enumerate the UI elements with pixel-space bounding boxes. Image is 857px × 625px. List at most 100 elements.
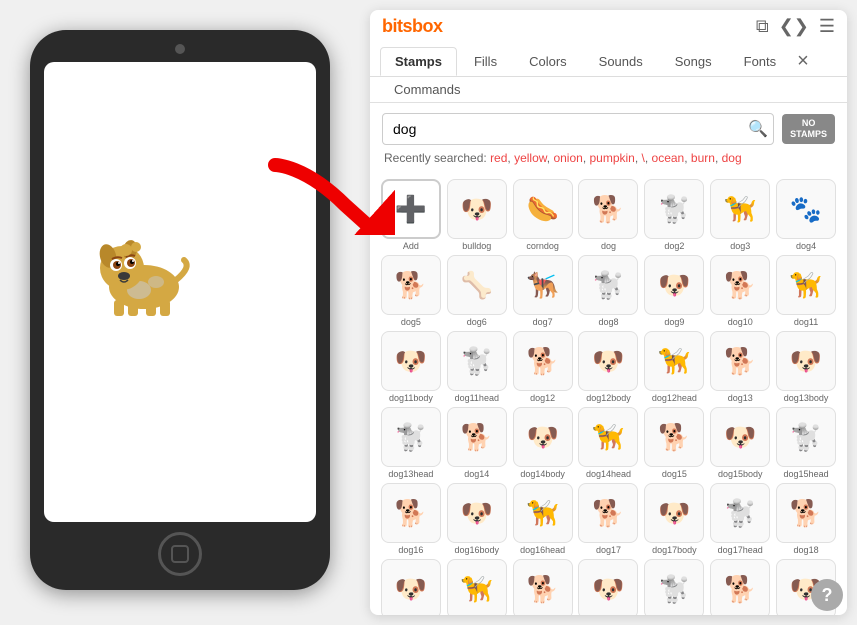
stamp-dog19[interactable]: 🐕 dog19: [512, 559, 574, 615]
close-button[interactable]: ×: [793, 50, 813, 73]
tab-fills[interactable]: Fills: [459, 47, 512, 76]
stamp-dog13body[interactable]: 🐶 dog13body: [775, 331, 837, 403]
stamp-dog17[interactable]: 🐕 dog17: [578, 483, 640, 555]
copy-icon[interactable]: ⧉: [756, 16, 769, 37]
stamp-dog17-label: dog17: [596, 545, 621, 555]
stamp-dog18body-box: 🐶: [381, 559, 441, 615]
stamp-dog9[interactable]: 🐶 dog9: [643, 255, 705, 327]
stamp-dog19head[interactable]: 🐩 dog19head: [643, 559, 705, 615]
stamp-corndog-label: corndog: [526, 241, 559, 251]
stamp-dog7-label: dog7: [533, 317, 553, 327]
stamp-dog12body[interactable]: 🐶 dog12body: [578, 331, 640, 403]
stamp-dog14body[interactable]: 🐶 dog14body: [512, 407, 574, 479]
stamp-corndog[interactable]: 🌭 corndog: [512, 179, 574, 251]
search-history-backslash[interactable]: \: [642, 151, 645, 165]
stamp-dog17head[interactable]: 🐩 dog17head: [709, 483, 771, 555]
tab-colors[interactable]: Colors: [514, 47, 582, 76]
stamp-dog19body-box: 🐶: [578, 559, 638, 615]
stamp-dog4-box: 🐾: [776, 179, 836, 239]
stamp-dog5[interactable]: 🐕 dog5: [380, 255, 442, 327]
share-icon[interactable]: ❮❯: [779, 16, 809, 37]
search-area: 🔍 NO STAMPS Recently searched: red, yell…: [370, 103, 847, 171]
stamp-dog2[interactable]: 🐩 dog2: [643, 179, 705, 251]
stamp-dog17body-box: 🐶: [644, 483, 704, 543]
device-home-button[interactable]: [158, 532, 202, 576]
stamp-dog11head-box: 🐩: [447, 331, 507, 391]
stamp-bulldog[interactable]: 🐶 bulldog: [446, 179, 508, 251]
stamp-dog13-label: dog13: [728, 393, 753, 403]
stamp-dog16head[interactable]: 🦮 dog16head: [512, 483, 574, 555]
stamp-dog9-label: dog9: [664, 317, 684, 327]
menu-icon[interactable]: ☰: [819, 16, 835, 37]
stamp-dog12head[interactable]: 🦮 dog12head: [643, 331, 705, 403]
stamp-dog18body[interactable]: 🐶 dog18body: [380, 559, 442, 615]
stamp-dog16-label: dog16: [398, 545, 423, 555]
stamp-dog14[interactable]: 🐕 dog14: [446, 407, 508, 479]
stamp-dog13head[interactable]: 🐩 dog13head: [380, 407, 442, 479]
stamps-grid: ➕ Add 🐶 bulldog 🌭 corndog 🐕 dog 🐩 dog2 🦮…: [370, 171, 847, 615]
stamp-dog11body-label: dog11body: [389, 393, 433, 403]
search-history-pumpkin[interactable]: pumpkin: [589, 151, 634, 165]
tab-commands[interactable]: Commands: [380, 77, 474, 102]
tab-stamps[interactable]: Stamps: [380, 47, 457, 76]
search-history-onion[interactable]: onion: [553, 151, 582, 165]
stamp-dog13head-box: 🐩: [381, 407, 441, 467]
search-history-red[interactable]: red: [490, 151, 507, 165]
tab-fonts[interactable]: Fonts: [729, 47, 792, 76]
stamp-dog6[interactable]: 🦴 dog6: [446, 255, 508, 327]
search-button[interactable]: 🔍: [748, 119, 768, 139]
search-input[interactable]: [382, 113, 774, 145]
tab-sounds[interactable]: Sounds: [584, 47, 658, 76]
stamp-dog11-box: 🦮: [776, 255, 836, 315]
stamp-dog5-box: 🐕: [381, 255, 441, 315]
stamp-dog15[interactable]: 🐕 dog15: [643, 407, 705, 479]
stamp-dog2-label: dog2: [664, 241, 684, 251]
stamp-dog14head[interactable]: 🦮 dog14head: [578, 407, 640, 479]
stamp-dog7[interactable]: 🐕‍🦺 dog7: [512, 255, 574, 327]
bitsbox-bar: bitsbox ⧉ ❮❯ ☰: [370, 10, 847, 43]
stamp-dog18-box: 🐕: [776, 483, 836, 543]
stamp-dog-box: 🐕: [578, 179, 638, 239]
stamp-dog17body[interactable]: 🐶 dog17body: [643, 483, 705, 555]
search-input-wrap: 🔍: [382, 113, 774, 145]
stamp-dog12-box: 🐕: [513, 331, 573, 391]
stamps-text: STAMPS: [790, 129, 827, 140]
device: [30, 30, 330, 590]
stamp-dog17-box: 🐕: [578, 483, 638, 543]
stamp-dog19body[interactable]: 🐶 dog19body: [578, 559, 640, 615]
device-body: [30, 30, 330, 590]
stamp-dog18[interactable]: 🐕 dog18: [775, 483, 837, 555]
stamp-dog11body[interactable]: 🐶 dog11body: [380, 331, 442, 403]
search-history-ocean[interactable]: ocean: [652, 151, 685, 165]
stamp-dog11[interactable]: 🦮 dog11: [775, 255, 837, 327]
stamp-dog18head[interactable]: 🦮 dog18head: [446, 559, 508, 615]
nav-tabs-row2: Commands: [370, 76, 847, 102]
device-camera: [175, 44, 185, 54]
search-history-burn[interactable]: burn: [691, 151, 715, 165]
stamp-dog12[interactable]: 🐕 dog12: [512, 331, 574, 403]
search-history-yellow[interactable]: yellow: [514, 151, 547, 165]
stamp-dog13[interactable]: 🐕 dog13: [709, 331, 771, 403]
stamp-dog8-label: dog8: [598, 317, 618, 327]
stamp-dog10[interactable]: 🐕 dog10: [709, 255, 771, 327]
stamp-dog4[interactable]: 🐾 dog4: [775, 179, 837, 251]
stamp-dog16body[interactable]: 🐶 dog16body: [446, 483, 508, 555]
stamp-dog3[interactable]: 🦮 dog3: [709, 179, 771, 251]
stamp-dog16[interactable]: 🐕 dog16: [380, 483, 442, 555]
stamp-dog[interactable]: 🐕 dog: [578, 179, 640, 251]
device-home-inner: [171, 545, 189, 563]
stamp-dog15body-label: dog15body: [718, 469, 763, 479]
stamp-dog11-label: dog11: [794, 317, 818, 327]
stamp-dog7-box: 🐕‍🦺: [513, 255, 573, 315]
stamp-dog20[interactable]: 🐕 dog20: [709, 559, 771, 615]
stamp-dog11head[interactable]: 🐩 dog11head: [446, 331, 508, 403]
stamp-dog8[interactable]: 🐩 dog8: [578, 255, 640, 327]
stamp-dog11body-box: 🐶: [381, 331, 441, 391]
stamp-dog15body[interactable]: 🐶 dog15body: [709, 407, 771, 479]
stamp-dog15head[interactable]: 🐩 dog15head: [775, 407, 837, 479]
bitsbox-logo: bitsbox: [382, 16, 443, 37]
tab-songs[interactable]: Songs: [660, 47, 727, 76]
search-history-dog[interactable]: dog: [722, 151, 742, 165]
stamp-dog14head-box: 🦮: [578, 407, 638, 467]
help-button[interactable]: ?: [811, 579, 843, 611]
